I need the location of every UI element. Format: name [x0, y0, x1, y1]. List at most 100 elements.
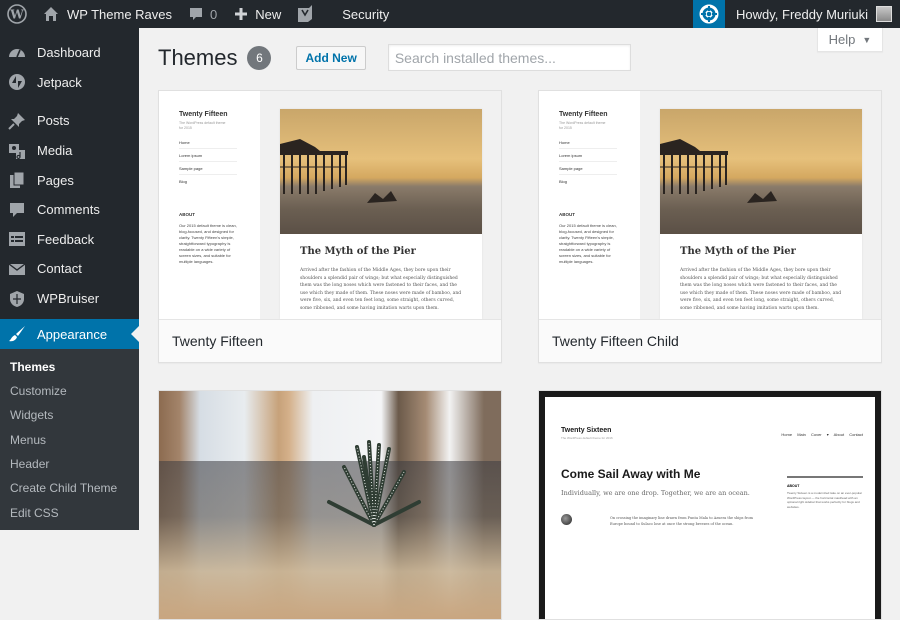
wp-logo-menu[interactable]: W [0, 0, 34, 28]
site-name: WP Theme Raves [67, 7, 172, 22]
sidebar-item-contact[interactable]: Contact [0, 254, 139, 284]
preview-tagline: The WordPress default theme for 2015 [559, 121, 609, 131]
preview-page: Twenty Sixteen The WordPress default the… [545, 397, 875, 619]
new-label: New [255, 7, 281, 22]
admin-sidebar: Dashboard Jetpack Posts Media Pages Comm… [0, 28, 139, 522]
comments-count: 0 [210, 7, 217, 22]
sidebar-item-comments[interactable]: Comments [0, 195, 139, 225]
preview-menu-item: Home [559, 140, 640, 145]
preview-about-text: Our 2015 default theme is clean, blog-fo… [559, 223, 617, 265]
submenu-item-themes[interactable]: Themes [0, 354, 139, 378]
preview-menu-item: Lorem ipsum [559, 153, 640, 158]
sidebar-item-label: Pages [37, 173, 74, 188]
envelope-icon [7, 259, 27, 279]
sidebar-item-label: Posts [37, 113, 70, 128]
pier-photo [660, 109, 862, 234]
wreck-silhouette [745, 189, 780, 205]
theme-count-badge: 6 [247, 46, 271, 70]
add-new-button[interactable]: Add New [296, 46, 365, 70]
comment-icon [7, 200, 27, 220]
submenu-item-customize[interactable]: Customize [0, 379, 139, 403]
theme-screenshot[interactable]: Twenty Fifteen The WordPress default the… [159, 91, 501, 319]
preview-post: The Myth of the Pier Arrived after the f… [280, 109, 482, 319]
user-greeting: Howdy, Freddy Muriuki [736, 7, 868, 22]
caret-down-icon: ▼ [862, 35, 871, 45]
pier-silhouette [660, 139, 750, 194]
security-label: Security [342, 7, 389, 22]
comments-link[interactable]: 0 [179, 0, 224, 28]
pier-photo [280, 109, 482, 234]
page-title: Themes [158, 45, 237, 71]
theme-screenshot[interactable]: Twenty Sixteen The WordPress default the… [539, 391, 881, 619]
sidebar-item-wpbruiser[interactable]: WPBruiser [0, 284, 139, 314]
avatar [876, 6, 892, 22]
succulent-plant-illustration [319, 437, 429, 527]
divider [179, 174, 237, 175]
yoast-seo-menu[interactable] [288, 0, 328, 28]
new-content-link[interactable]: New [224, 0, 288, 28]
divider [179, 148, 237, 149]
theme-card[interactable]: Twenty Sixteen The WordPress default the… [538, 390, 882, 620]
preview-frame: Twenty Sixteen The WordPress default the… [539, 391, 881, 619]
plus-icon [231, 4, 251, 24]
pier-silhouette [280, 139, 370, 194]
submenu-item-edit-css[interactable]: Edit CSS [0, 501, 139, 525]
preview-menu-item: Blog [179, 179, 260, 184]
theme-screenshot[interactable]: Twenty Fifteen The WordPress default the… [539, 91, 881, 319]
theme-name: Twenty Fifteen Child [539, 319, 881, 362]
theme-name: Twenty Fifteen [159, 319, 501, 362]
theme-card[interactable]: Twenty Fifteen The WordPress default the… [158, 90, 502, 363]
search-themes-input[interactable] [388, 44, 631, 71]
sidebar-item-dashboard[interactable]: Dashboard [0, 38, 139, 68]
preview-post-title: The Myth of the Pier [300, 246, 462, 257]
preview-site-title: Twenty Fifteen [179, 111, 260, 118]
preview-sidebar-widget: ABOUT Twenty Sixteen is a modernized tak… [787, 476, 863, 509]
wordpress-logo-icon: W [7, 4, 27, 24]
submenu-item-widgets[interactable]: Widgets [0, 403, 139, 427]
sidebar-item-pages[interactable]: Pages [0, 165, 139, 195]
preview-post-text: Arrived after the fashion of the Middle … [300, 267, 462, 313]
main-content: Help ▼ Themes 6 Add New Twenty Fifteen T… [139, 28, 900, 522]
help-label: Help [829, 32, 856, 47]
preview-menu-item: Sample page [559, 166, 640, 171]
svg-text:W: W [9, 8, 24, 22]
sidebar-item-media[interactable]: Media [0, 136, 139, 166]
jetpack-icon [7, 72, 27, 92]
help-tab-button[interactable]: Help ▼ [817, 28, 883, 52]
sidebar-item-posts[interactable]: Posts [0, 106, 139, 136]
plant-photo [159, 391, 501, 619]
yoast-icon [295, 4, 315, 24]
dashboard-icon [7, 43, 27, 63]
theme-screenshot[interactable] [159, 391, 501, 619]
preview-menu-item: Home [179, 140, 260, 145]
preview-menu-item: Blog [559, 179, 640, 184]
theme-card[interactable] [158, 390, 502, 620]
my-account-menu[interactable]: Howdy, Freddy Muriuki [725, 0, 900, 28]
preview-post: The Myth of the Pier Arrived after the f… [660, 109, 862, 319]
submenu-item-menus[interactable]: Menus [0, 428, 139, 452]
preview-post-title: The Myth of the Pier [680, 246, 842, 257]
home-icon [41, 4, 61, 24]
divider [179, 161, 237, 162]
preview-menu-item: Sample page [179, 166, 260, 171]
menu-separator [0, 97, 139, 106]
sidebar-item-label: Appearance [37, 327, 107, 342]
sidebar-item-label: Feedback [37, 232, 94, 247]
sidebar-item-appearance[interactable]: Appearance [0, 319, 139, 349]
sidebar-item-label: Contact [37, 261, 82, 276]
comment-icon [186, 4, 206, 24]
submenu-item-header[interactable]: Header [0, 452, 139, 476]
page-header: Themes 6 Add New [158, 44, 631, 71]
admin-bar: W WP Theme Raves 0 New Security [0, 0, 900, 28]
sidebar-item-jetpack[interactable]: Jetpack [0, 68, 139, 98]
sidebar-item-feedback[interactable]: Feedback [0, 225, 139, 255]
preview-menu-item: Lorem ipsum [179, 153, 260, 158]
security-menu[interactable]: Security [328, 0, 396, 28]
divider [559, 148, 617, 149]
preview-about-heading: ABOUT [559, 212, 640, 217]
submenu-item-create-child-theme[interactable]: Create Child Theme [0, 476, 139, 500]
jetpack-menu[interactable] [693, 0, 725, 28]
site-name-link[interactable]: WP Theme Raves [34, 0, 179, 28]
theme-card[interactable]: Twenty Fifteen The WordPress default the… [538, 90, 882, 363]
divider [559, 174, 617, 175]
